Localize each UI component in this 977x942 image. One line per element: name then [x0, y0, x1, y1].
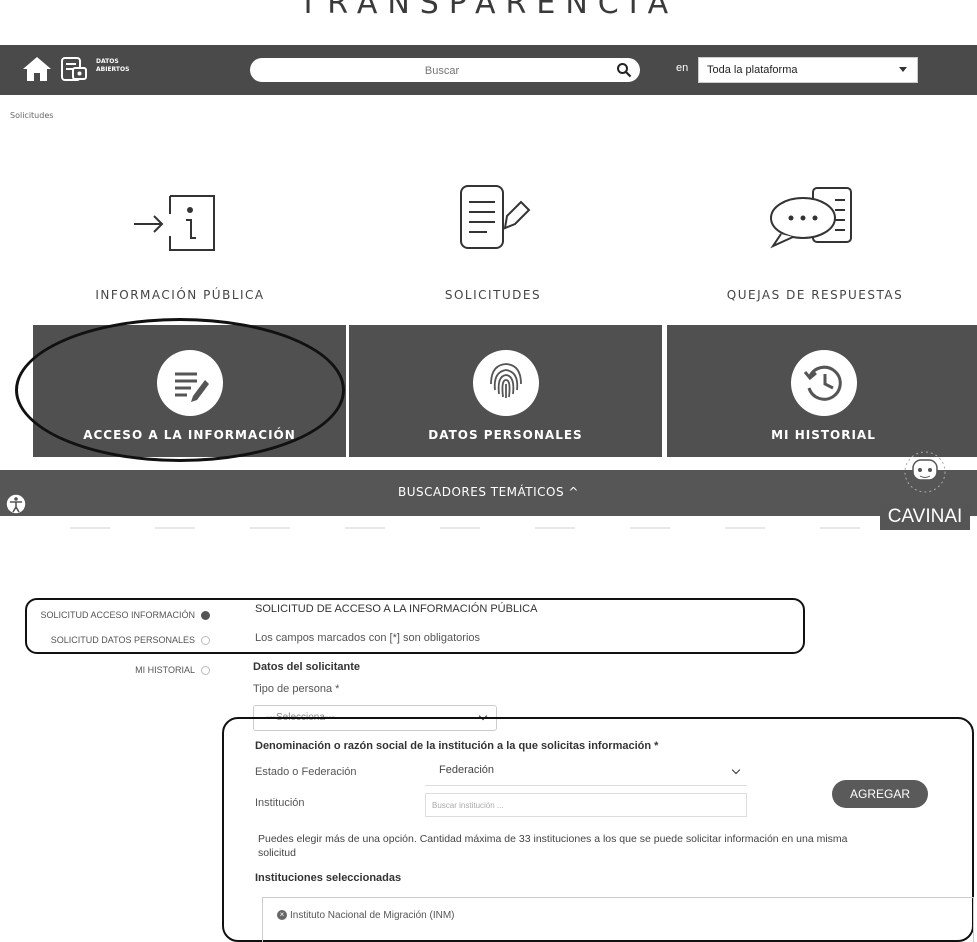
- estado-select[interactable]: Federación: [425, 762, 747, 786]
- highlight-oval-annotation: [15, 318, 345, 462]
- datos-abiertos-icon[interactable]: [60, 55, 88, 83]
- estado-value: Federación: [439, 764, 495, 776]
- selected-institutions-list: × Instituto Nacional de Migración (INM): [262, 897, 974, 942]
- divider: [630, 527, 670, 529]
- buscadores-tematicos-bar[interactable]: BUSCADORES TEMÁTICOS ^: [0, 470, 977, 516]
- chevron-down-icon: [731, 765, 741, 775]
- estado-label: Estado o Federación: [255, 766, 357, 778]
- scope-selected-value: Toda la plataforma: [707, 64, 798, 76]
- divider: [155, 527, 195, 529]
- divider: [250, 527, 290, 529]
- breadcrumb[interactable]: Solicitudes: [10, 111, 53, 120]
- sidebar-item-mi-historial[interactable]: MI HISTORIAL: [20, 665, 210, 676]
- cavinai-label: CAVINAI: [880, 504, 970, 530]
- card-label: MI HISTORIAL: [771, 428, 876, 442]
- search-scope-select[interactable]: Toda la plataforma: [698, 57, 918, 83]
- seleccionadas-label: Instituciones seleccionadas: [255, 872, 402, 884]
- institucion-placeholder: Buscar institución ...: [432, 801, 504, 810]
- accessibility-icon[interactable]: [4, 492, 28, 516]
- fingerprint-icon: [472, 350, 539, 416]
- card-label: DATOS PERSONALES: [428, 428, 583, 442]
- document-pencil-icon: [460, 185, 531, 249]
- category-informacion-publica[interactable]: INFORMACIÓN PÚBLICA: [20, 288, 340, 302]
- cavinai-robot-icon: [904, 451, 946, 493]
- section-solicitante: Datos del solicitante: [253, 661, 360, 673]
- highlight-box-annotation: [25, 598, 805, 654]
- list-item: × Instituto Nacional de Migración (INM): [277, 910, 455, 921]
- datos-label-line1: DATOS: [96, 58, 119, 65]
- caret-down-icon: [899, 67, 907, 72]
- help-text-line2: solicitud: [258, 847, 296, 859]
- sidebar-item-label: MI HISTORIAL: [135, 665, 195, 675]
- help-text: Puedes elegir más de una opción. Cantida…: [258, 832, 968, 860]
- search-input[interactable]: [270, 58, 614, 84]
- card-datos-personales[interactable]: DATOS PERSONALES: [349, 325, 662, 457]
- divider: [725, 527, 765, 529]
- datos-abiertos-label[interactable]: DATOS ABIERTOS: [96, 58, 129, 74]
- search-box: [250, 58, 640, 84]
- divider: [70, 527, 110, 529]
- inactive-dot-icon: [201, 666, 210, 676]
- cavinai-logo[interactable]: CAVINAI: [880, 448, 970, 530]
- selected-institution-label: Instituto Nacional de Migración (INM): [290, 910, 455, 921]
- institucion-label: Institución: [255, 797, 305, 809]
- divider: [535, 527, 575, 529]
- site-title: TRANSPARENCIA: [298, 0, 679, 21]
- history-icon: [790, 350, 857, 416]
- divider: [345, 527, 385, 529]
- help-text-line1: Puedes elegir más de una opción. Cantida…: [258, 833, 848, 845]
- top-navigation-bar: DATOS ABIERTOS en Toda la plataforma: [0, 45, 977, 95]
- search-icon[interactable]: [616, 62, 632, 78]
- category-solicitudes[interactable]: SOLICITUDES: [333, 288, 653, 302]
- search-scope-prefix: en: [676, 62, 689, 74]
- card-mi-historial[interactable]: MI HISTORIAL: [667, 325, 977, 457]
- chat-document-icon: [770, 187, 852, 249]
- institucion-input[interactable]: Buscar institución ...: [425, 793, 747, 817]
- home-button[interactable]: [20, 54, 54, 84]
- category-quejas[interactable]: QUEJAS DE RESPUESTAS: [655, 288, 975, 302]
- home-icon: [23, 57, 51, 81]
- remove-icon[interactable]: ×: [277, 910, 287, 921]
- tipo-persona-label: Tipo de persona *: [253, 683, 340, 695]
- info-entry-icon: [134, 195, 215, 251]
- agregar-button[interactable]: AGREGAR: [832, 780, 928, 808]
- divider: [820, 527, 860, 529]
- denominacion-label: Denominación o razón social de la instit…: [255, 740, 659, 752]
- buscadores-tematicos-label: BUSCADORES TEMÁTICOS ^: [398, 485, 579, 499]
- datos-label-line2: ABIERTOS: [96, 66, 130, 73]
- divider: [440, 527, 480, 529]
